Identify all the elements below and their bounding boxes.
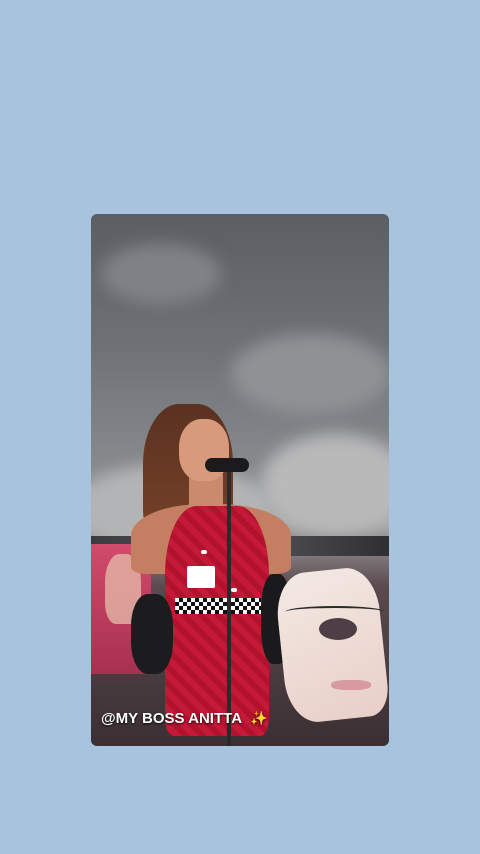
sparkles-icon: ✨ xyxy=(250,710,268,726)
caption-text: @MY BOSS ANITTA xyxy=(101,710,243,727)
mask-mouth xyxy=(331,680,371,690)
story-caption: @MY BOSS ANITTA ✨ xyxy=(101,710,267,727)
stage-wire xyxy=(285,606,385,618)
checkered-belt xyxy=(175,598,261,614)
microphone-stand xyxy=(227,472,231,746)
mask-eye xyxy=(319,618,357,640)
fan-mask-sign xyxy=(273,565,389,725)
cloud-shape xyxy=(101,244,221,304)
suit-sponsor-logo xyxy=(201,550,207,554)
suit-sponsor-logo xyxy=(231,588,237,592)
cloud-shape xyxy=(231,334,389,414)
suit-sponsor-logo xyxy=(187,566,215,588)
story-media[interactable]: @MY BOSS ANITTA ✨ xyxy=(91,214,389,746)
singer-bodysuit xyxy=(165,506,269,736)
microphone-icon xyxy=(205,458,249,472)
singer-glove-left xyxy=(131,594,173,674)
